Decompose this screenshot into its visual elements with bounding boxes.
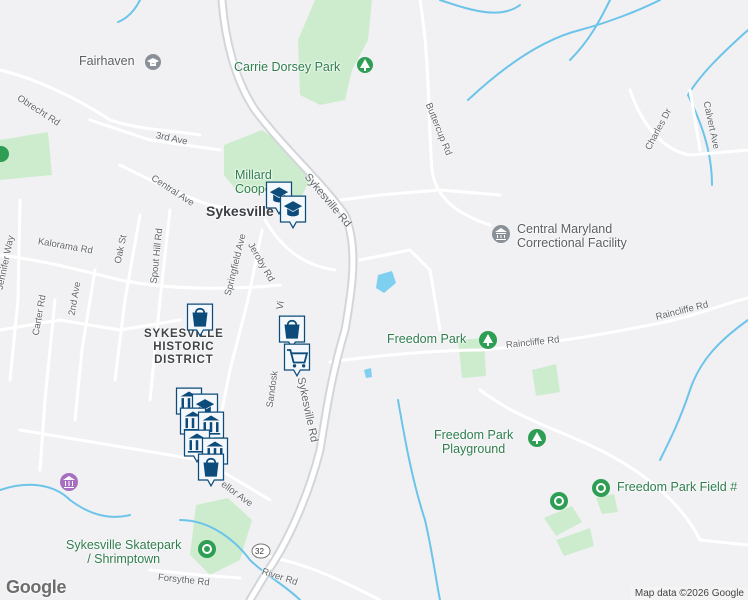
stream (686, 29, 748, 186)
park-area (532, 364, 560, 396)
road-park-loop (478, 388, 748, 547)
field-poi-icon[interactable] (549, 491, 569, 511)
road-sw (18, 428, 202, 462)
shopping-bag-marker[interactable] (185, 302, 215, 338)
park-label-freedom-field: Freedom Park Field # (617, 480, 738, 494)
pond (364, 368, 372, 378)
route-32-label: 32 (255, 547, 264, 556)
road-freedom (358, 248, 442, 332)
park-poi-icon-freedom[interactable] (478, 330, 498, 350)
shopping-cart-marker[interactable] (282, 342, 312, 378)
park-label-freedom-playground: Freedom Park Playground (434, 428, 514, 456)
park-poi-icon-west[interactable] (0, 145, 10, 163)
road-label-vi: Vi (274, 300, 287, 311)
shopping-bag-marker[interactable] (196, 452, 226, 488)
park-poi-icon-carrie-dorsey[interactable] (356, 56, 374, 74)
park-area (190, 498, 252, 575)
park-label-carrie-dorsey: Carrie Dorsey Park (234, 60, 341, 74)
place-label-fairhaven: Fairhaven (79, 54, 135, 68)
pond (376, 271, 396, 293)
park-poi-icon-playground[interactable] (527, 428, 547, 448)
stream (569, 0, 611, 61)
park-area (298, 0, 372, 105)
school-poi-icon[interactable] (144, 53, 162, 71)
map-base-layer (0, 0, 748, 600)
park-label-skatepark: Sykesville Skatepark / Shrimptown (66, 538, 182, 566)
park-label-freedom-park: Freedom Park (387, 332, 467, 346)
park-poi-icon-skatepark[interactable] (197, 539, 217, 559)
stream (467, 0, 661, 101)
government-poi-icon[interactable] (491, 224, 511, 244)
google-logo: Google (6, 577, 67, 597)
place-label-correctional-facility: Central Maryland Correctional Facility (517, 222, 627, 250)
stream (659, 319, 748, 461)
stream (439, 0, 521, 14)
map-canvas[interactable]: Obrecht Rd 3rd Ave Central Ave Sykesvill… (0, 0, 748, 600)
museum-poi-icon[interactable] (59, 472, 79, 492)
school-marker[interactable] (278, 194, 308, 230)
road-jennifer (8, 198, 22, 382)
road-upper (338, 188, 502, 202)
field-poi-icon-freedom-field[interactable] (591, 478, 611, 498)
stream (117, 0, 141, 23)
map-attribution[interactable]: Map data ©2026 Google (630, 587, 748, 600)
